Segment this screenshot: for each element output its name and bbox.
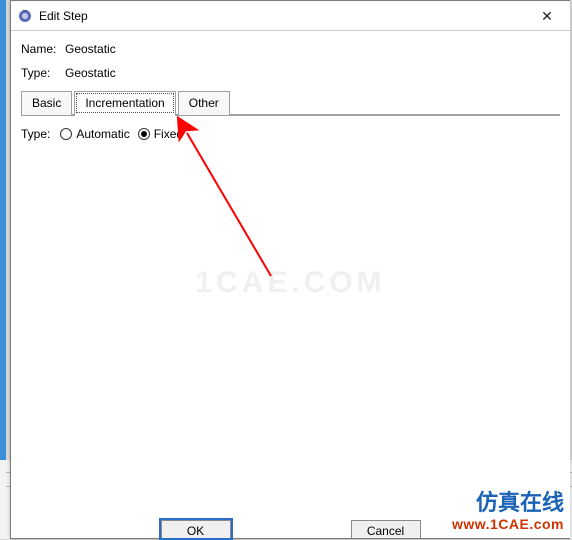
ok-button[interactable]: OK: [161, 520, 231, 538]
tab-other[interactable]: Other: [178, 91, 230, 115]
tab-incrementation[interactable]: Incrementation: [74, 91, 175, 115]
incrementation-panel: Type: Automatic Fixed: [21, 114, 560, 141]
radio-icon-selected: [138, 128, 150, 140]
edit-step-dialog: Edit Step ✕ Name: Geostatic Type: Geosta…: [10, 0, 570, 539]
close-icon: ✕: [541, 8, 553, 25]
watermark-text: 1CAE.COM: [195, 266, 385, 300]
tab-basic[interactable]: Basic: [21, 91, 72, 115]
brand-cn: 仿真在线: [452, 490, 564, 516]
window-left-accent: [0, 0, 6, 480]
dialog-content: Name: Geostatic Type: Geostatic Basic In…: [11, 31, 570, 141]
radio-automatic[interactable]: Automatic: [60, 127, 129, 141]
dialog-title: Edit Step: [39, 9, 88, 23]
name-value: Geostatic: [65, 42, 116, 56]
app-icon: [17, 8, 33, 24]
radio-label-fixed: Fixed: [154, 127, 183, 141]
type-label: Type:: [21, 66, 65, 80]
cancel-button[interactable]: Cancel: [351, 520, 421, 538]
site-branding: 仿真在线 www.1CAE.com: [452, 490, 564, 533]
name-label: Name:: [21, 42, 65, 56]
inc-type-label: Type:: [21, 127, 50, 141]
radio-icon: [60, 128, 72, 140]
radio-fixed[interactable]: Fixed: [138, 127, 183, 141]
titlebar: Edit Step ✕: [11, 1, 570, 31]
type-radio-row: Type: Automatic Fixed: [21, 127, 560, 141]
name-row: Name: Geostatic: [21, 39, 560, 59]
tab-strip: Basic Incrementation Other: [21, 91, 560, 115]
type-row: Type: Geostatic: [21, 63, 560, 83]
close-button[interactable]: ✕: [524, 1, 570, 31]
brand-url: www.1CAE.com: [452, 516, 564, 533]
type-value: Geostatic: [65, 66, 116, 80]
radio-label-automatic: Automatic: [76, 127, 129, 141]
